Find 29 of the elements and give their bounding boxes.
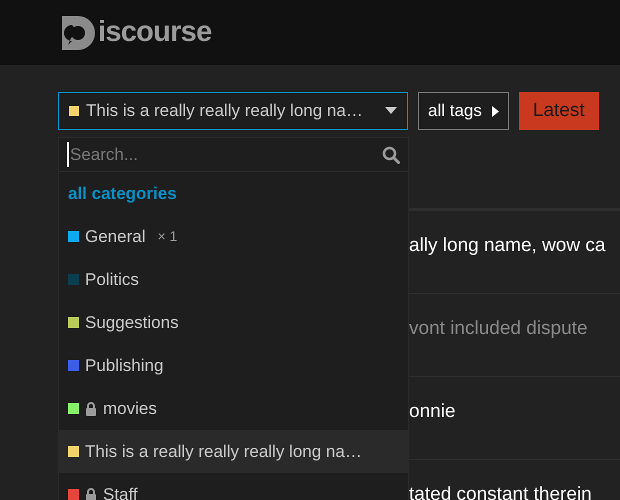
category-name: This is a really really really long na…	[85, 440, 362, 463]
category-name: Staff	[103, 484, 138, 500]
menu-item[interactable]: Politics	[59, 258, 408, 301]
menu-item[interactable]: movies	[59, 387, 408, 430]
caret-icon	[492, 106, 499, 116]
search-field[interactable]: Search...	[67, 142, 382, 168]
search-icon	[382, 146, 400, 164]
category-name: Suggestions	[85, 312, 179, 334]
menu-item[interactable]: Staff	[59, 473, 408, 500]
menu-item[interactable]: all categories	[59, 172, 408, 215]
category-dropdown[interactable]: This is a really really really long na…	[58, 92, 408, 130]
category-name: Publishing	[85, 354, 164, 377]
category-name: General	[85, 226, 146, 248]
topic-title[interactable]: tated constant therein	[409, 484, 592, 500]
menu-item[interactable]: Publishing	[59, 344, 408, 387]
tags-dropdown[interactable]: all tags	[418, 92, 509, 130]
topic-count: × 1	[157, 227, 178, 246]
lock-icon	[85, 402, 97, 416]
topic-title[interactable]: onnie	[409, 401, 456, 422]
logo-text[interactable]: iscourse	[98, 10, 212, 54]
category-name: Politics	[85, 268, 139, 291]
menu-item[interactable]: Suggestions	[59, 301, 408, 344]
lock-icon	[85, 488, 97, 500]
category-name: movies	[103, 398, 157, 420]
menu-item[interactable]: General × 1	[59, 215, 408, 258]
menu-item[interactable]: This is a really really really long na…	[59, 430, 408, 473]
topic-title[interactable]: vont included dispute	[409, 318, 588, 339]
topic-title[interactable]: ally long name, wow ca	[409, 235, 606, 256]
caret-icon	[385, 107, 397, 115]
